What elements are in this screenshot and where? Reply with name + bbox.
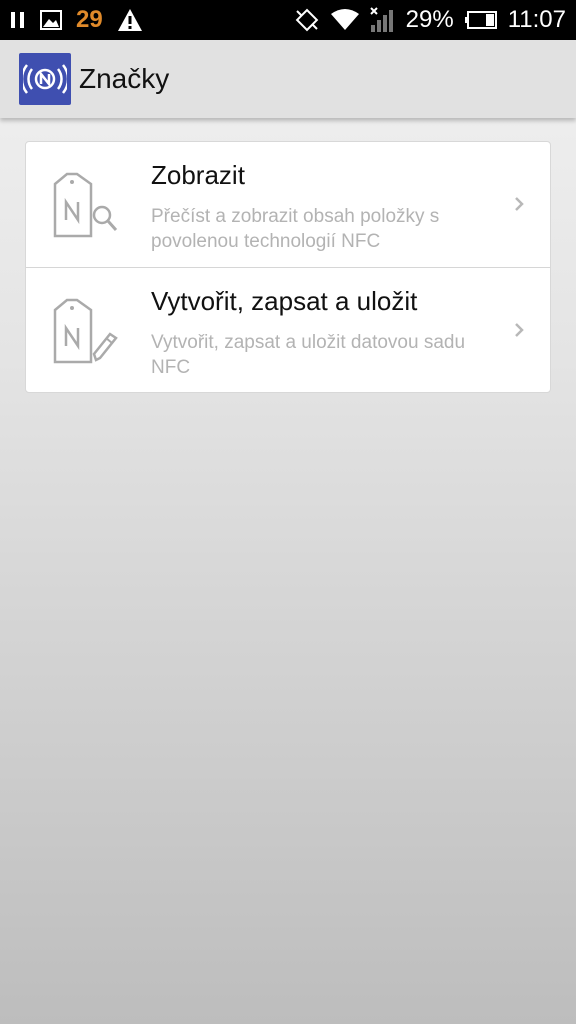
- menu-item-title: Vytvořit, zapsat a uložit: [151, 286, 418, 316]
- nfc-tag-edit-icon: [50, 296, 120, 368]
- warning-icon: [117, 8, 143, 32]
- notification-count: 29: [76, 6, 103, 33]
- page-title: Značky: [79, 63, 170, 94]
- chevron-right-icon: [512, 194, 526, 214]
- battery-percent: 29%: [405, 6, 454, 33]
- menu-card: Zobrazit Přečíst a zobrazit obsah položk…: [25, 141, 551, 393]
- nfc-icon: [294, 7, 320, 33]
- menu-item-description: Vytvořit, zapsat a uložit datovou sadu N…: [151, 332, 466, 378]
- signal-icon: [369, 7, 396, 33]
- menu-item-title: Zobrazit: [151, 160, 245, 190]
- nfc-tag-search-icon: [50, 170, 120, 242]
- chevron-right-icon: [512, 320, 526, 340]
- app-logo-nfc-icon[interactable]: [19, 53, 71, 105]
- menu-item-zobrazit[interactable]: Zobrazit Přečíst a zobrazit obsah položk…: [26, 142, 550, 268]
- wifi-icon: [330, 8, 360, 32]
- clock: 11:07: [507, 6, 566, 33]
- menu-item-vytvorit[interactable]: Vytvořit, zapsat a uložit Vytvořit, zaps…: [26, 268, 550, 392]
- image-icon: [40, 10, 62, 30]
- pause-icon: [10, 11, 26, 29]
- action-bar: Značky: [0, 40, 576, 118]
- menu-item-description: Přečíst a zobrazit obsah položky s povol…: [151, 206, 440, 252]
- battery-icon: [464, 10, 498, 30]
- status-bar: 29 29% 11:07: [0, 0, 576, 40]
